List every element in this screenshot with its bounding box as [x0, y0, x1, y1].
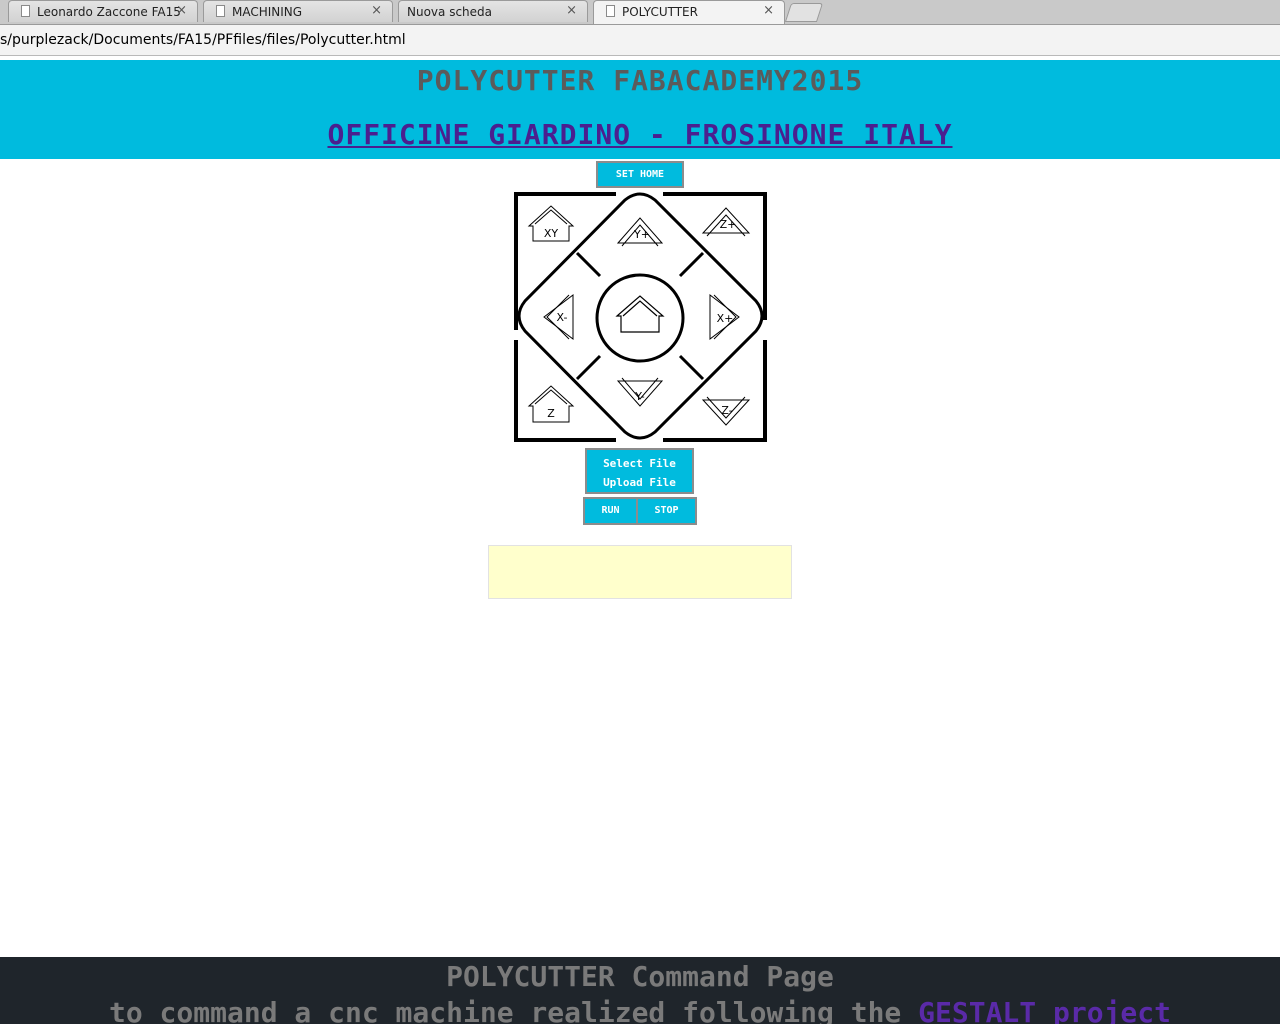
browser-tab-bar: Leonardo Zaccone FA15 × MACHINING × Nuov…: [0, 0, 1280, 25]
jog-label-y-minus: Y-: [634, 390, 644, 403]
tab-label: POLYCUTTER: [622, 5, 698, 19]
y-minus-button[interactable]: Y-: [616, 377, 664, 407]
document-icon: [216, 5, 225, 17]
page-title: POLYCUTTER FABACADEMY2015: [416, 64, 864, 97]
x-plus-button[interactable]: X+: [709, 293, 740, 341]
set-home-button[interactable]: SET HOME: [596, 161, 684, 188]
home-z-button[interactable]: Z: [527, 385, 575, 423]
close-icon[interactable]: ×: [763, 3, 774, 18]
y-plus-button[interactable]: Y+: [616, 217, 664, 247]
x-minus-button[interactable]: X-: [543, 293, 574, 341]
tab-label: Nuova scheda: [407, 5, 493, 19]
tab-machining[interactable]: MACHINING ×: [203, 0, 393, 22]
z-minus-button[interactable]: Z-: [701, 396, 751, 426]
tab-leonardo-zaccone[interactable]: Leonardo Zaccone FA15 ×: [8, 0, 198, 22]
home-xy-button[interactable]: XY: [527, 205, 575, 242]
document-icon: [21, 5, 30, 17]
jog-label-x-minus: X-: [557, 311, 568, 324]
url-text[interactable]: s/purplezack/Documents/FA15/PFfiles/file…: [0, 32, 406, 48]
jog-label-z-minus: Z-: [721, 404, 732, 417]
jog-label-y-plus: Y+: [633, 228, 650, 241]
page-subtitle-link[interactable]: OFFICINE GIARDINO - FROSINONE ITALY: [0, 118, 1280, 151]
select-file-button[interactable]: Select File: [587, 454, 692, 473]
stop-button[interactable]: STOP: [636, 497, 697, 525]
file-buttons: Select File Upload File: [585, 448, 694, 494]
tab-nuova-scheda[interactable]: Nuova scheda ×: [398, 0, 588, 22]
tab-polycutter[interactable]: POLYCUTTER ×: [593, 0, 785, 24]
gestalt-project-link[interactable]: GESTALT project: [918, 996, 1171, 1024]
jog-label-x-plus: X+: [717, 312, 734, 325]
footer-prefix: to command a cnc machine realized follow…: [108, 996, 919, 1024]
tab-label: MACHINING: [232, 5, 303, 19]
run-button[interactable]: RUN: [583, 497, 638, 525]
document-icon: [606, 5, 615, 17]
tab-label: Leonardo Zaccone FA15: [37, 5, 181, 19]
footer-title: POLYCUTTER Command Page: [446, 960, 834, 993]
close-icon[interactable]: ×: [371, 3, 382, 18]
page-header: POLYCUTTER FABACADEMY2015 OFFICINE GIARD…: [0, 60, 1280, 159]
upload-file-button[interactable]: Upload File: [587, 473, 692, 492]
address-bar[interactable]: s/purplezack/Documents/FA15/PFfiles/file…: [0, 25, 1280, 56]
home-all-button[interactable]: [615, 295, 665, 333]
new-tab-button[interactable]: [784, 3, 824, 22]
footer-text: to command a cnc machine realized follow…: [0, 996, 1280, 1024]
jog-label-z: Z: [547, 407, 555, 420]
close-icon[interactable]: ×: [566, 3, 577, 18]
status-console: [488, 545, 792, 599]
close-icon[interactable]: ×: [176, 3, 187, 18]
page-footer: POLYCUTTER Command Page to command a cnc…: [0, 957, 1280, 1024]
jog-label-xy: XY: [544, 227, 559, 240]
jog-control-pad: XY Z Y+ Y- X- X+ Z+ Z-: [513, 188, 768, 444]
z-plus-button[interactable]: Z+: [701, 207, 751, 237]
jog-label-z-plus: Z+: [720, 218, 737, 231]
